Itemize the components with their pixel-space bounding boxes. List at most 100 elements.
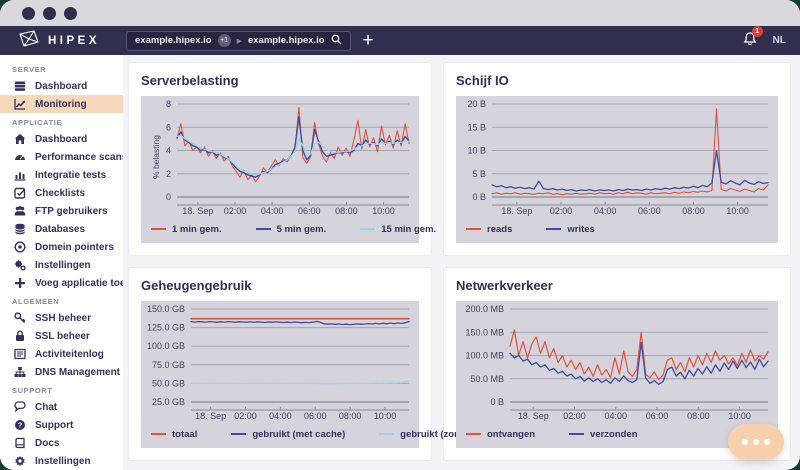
card-title: Schijf IO (456, 73, 778, 88)
svg-text:150.0 MB: 150.0 MB (465, 327, 504, 337)
sidebar-item-label: Domein pointers (35, 242, 114, 253)
sidebar-item-label: SSL beheer (35, 331, 90, 342)
sidebar-item-label: FTP gebruikers (35, 206, 108, 217)
sidebar-item-label: Databases (35, 224, 85, 235)
legend-item-verzonden[interactable]: verzonden (569, 429, 638, 440)
sidebar-item-label: Docs (35, 438, 59, 449)
legend-item-ontvangen[interactable]: ontvangen (466, 429, 535, 440)
gauge-icon (14, 151, 26, 163)
svg-text:06:00: 06:00 (646, 411, 669, 421)
legend-item-totaal[interactable]: totaal (151, 429, 197, 440)
card-title: Netwerkverkeer (456, 278, 778, 293)
sidebar-item-domein-pointers[interactable]: Domein pointers (0, 238, 123, 256)
sidebar-item-support[interactable]: ?Support (0, 416, 123, 434)
svg-text:8: 8 (166, 99, 171, 109)
legend-label: verzonden (590, 429, 638, 440)
svg-text:50.0 GB: 50.0 GB (152, 378, 185, 388)
legend-item-15-min-gem-[interactable]: 15 min gem. (360, 224, 436, 235)
legend-item-1-min-gem-[interactable]: 1 min gem. (151, 224, 222, 235)
sidebar-item-ssl-beheer[interactable]: SSL beheer (0, 327, 123, 345)
svg-text:02:00: 02:00 (550, 206, 573, 216)
card-title: Geheugengebruik (141, 278, 419, 293)
legend-item-gebruikt-met-cache-[interactable]: gebruikt (met cache) (231, 429, 345, 440)
sidebar-item-label: Integratie tests (35, 170, 106, 181)
sidebar-item-label: Performance scans (35, 152, 123, 163)
legend-label: ontvangen (487, 429, 535, 440)
ellipsis-icon (753, 439, 759, 445)
legend-swatch (466, 433, 481, 435)
sidebar-item-docs[interactable]: Docs (0, 434, 123, 452)
language-selector[interactable]: NL (773, 35, 786, 46)
window-control-dot[interactable] (43, 7, 56, 20)
users-icon (14, 205, 26, 217)
legend-swatch (466, 228, 481, 230)
window-control-dot[interactable] (64, 7, 77, 20)
window-control-dot[interactable] (22, 7, 35, 20)
chat-bubble-button[interactable] (728, 424, 784, 460)
database-icon (14, 223, 26, 235)
search-icon[interactable] (331, 32, 342, 50)
ellipsis-icon (742, 439, 748, 445)
legend-label: totaal (172, 429, 197, 440)
log-icon (14, 348, 26, 360)
server-app-switcher[interactable]: example.hipex.io +1 ▶ example.hipex.io (126, 31, 351, 51)
sidebar-item-ftp-gebruikers[interactable]: FTP gebruikers (0, 202, 123, 220)
svg-text:18. Sep: 18. Sep (182, 206, 213, 216)
sidebar-item-databases[interactable]: Databases (0, 220, 123, 238)
brand-name: HIPEX (48, 35, 100, 47)
svg-text:100.0 MB: 100.0 MB (465, 351, 504, 361)
svg-text:04:00: 04:00 (269, 411, 292, 421)
home-icon (14, 133, 26, 145)
sidebar-item-monitoring[interactable]: Monitoring (0, 95, 123, 113)
svg-text:2: 2 (166, 169, 171, 179)
sidebar-item-instellingen[interactable]: Instellingen (0, 452, 123, 470)
svg-text:25.0 GB: 25.0 GB (152, 397, 185, 407)
book-icon (14, 437, 26, 449)
sidebar-item-voeg-applicatie-toe[interactable]: Voeg applicatie toe (0, 274, 123, 292)
sidebar-item-label: Dashboard (35, 134, 87, 145)
sidebar-item-dashboard[interactable]: Dashboard (0, 130, 123, 148)
svg-text:10:00: 10:00 (374, 411, 397, 421)
sidebar-item-instellingen[interactable]: Instellingen (0, 256, 123, 274)
sidebar-item-checklists[interactable]: Checklists (0, 184, 123, 202)
svg-text:08:00: 08:00 (335, 206, 358, 216)
legend-label: 15 min gem. (381, 224, 436, 235)
legend-item-writes[interactable]: writes (546, 224, 594, 235)
sidebar-item-ssh-beheer[interactable]: SSH beheer (0, 309, 123, 327)
chat-icon (14, 401, 26, 413)
svg-text:0 B: 0 B (472, 192, 486, 202)
svg-text:10 B: 10 B (467, 146, 486, 156)
chevron-right-icon: ▶ (237, 37, 242, 45)
sidebar-item-chat[interactable]: Chat (0, 398, 123, 416)
server-name[interactable]: example.hipex.io (135, 35, 212, 46)
sidebar-item-integratie-tests[interactable]: Integratie tests (0, 166, 123, 184)
add-tab-button[interactable]: + (363, 31, 374, 50)
ellipsis-icon (764, 439, 770, 445)
sidebar-item-dns-management[interactable]: DNS Management (0, 363, 123, 381)
sidebar-section-label: SUPPORT (0, 381, 123, 398)
legend-item-5-min-gem-[interactable]: 5 min gem. (256, 224, 327, 235)
svg-text:10:00: 10:00 (726, 206, 749, 216)
svg-text:04:00: 04:00 (594, 206, 617, 216)
sidebar-item-dashboard[interactable]: Dashboard (0, 77, 123, 95)
notifications-button[interactable]: 1 (743, 31, 757, 51)
card-serverbelasting: Serverbelasting 0246818. Sep02:0004:0006… (128, 62, 432, 256)
sidebar-section-label: APPLICATIE (0, 113, 123, 130)
server-count-badge: +1 (218, 34, 231, 47)
gears-icon (14, 259, 26, 271)
gear-icon (14, 455, 26, 467)
legend-label: 1 min gem. (172, 224, 222, 235)
svg-text:08:00: 08:00 (687, 411, 710, 421)
sidebar-item-label: Dashboard (35, 81, 87, 92)
sidebar-item-label: Activiteitenlog (35, 349, 104, 360)
sidebar-item-performance-scans[interactable]: Performance scans (0, 148, 123, 166)
svg-text:18. Sep: 18. Sep (501, 206, 532, 216)
svg-text:06:00: 06:00 (298, 206, 321, 216)
legend-item-reads[interactable]: reads (466, 224, 512, 235)
svg-text:02:00: 02:00 (234, 411, 257, 421)
application-name[interactable]: example.hipex.io (248, 35, 325, 46)
sidebar-item-activiteitenlog[interactable]: Activiteitenlog (0, 345, 123, 363)
plus-icon (14, 277, 26, 289)
sitemap-icon (14, 366, 26, 378)
bar-chart-icon (14, 169, 26, 181)
